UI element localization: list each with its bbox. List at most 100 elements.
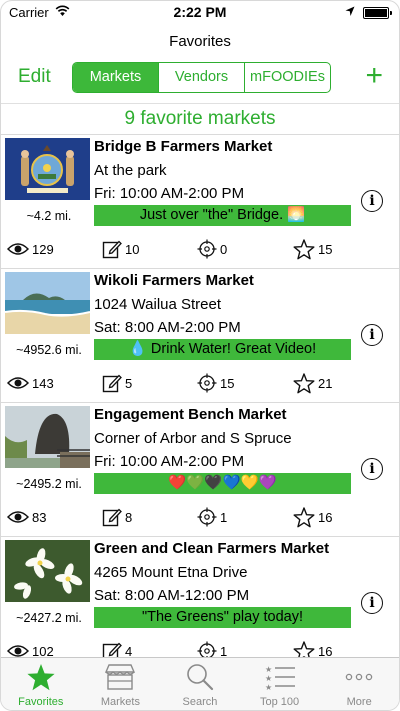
checkins-count: 0 — [220, 241, 228, 257]
app-frame: Carrier 2:22 PM Favorites Edit Markets V… — [0, 0, 400, 711]
magnifier-icon — [160, 662, 240, 692]
svg-text:★: ★ — [265, 665, 272, 674]
edit-button[interactable]: Edit — [18, 66, 51, 88]
stars-stat[interactable]: 15 — [293, 238, 333, 259]
target-icon — [197, 239, 217, 259]
star-icon — [293, 372, 315, 393]
market-hours: Fri: 10:00 AM-2:00 PM — [94, 453, 245, 470]
svg-text:★: ★ — [265, 683, 272, 691]
info-icon[interactable]: i — [361, 190, 383, 212]
svg-text:★: ★ — [265, 674, 272, 683]
eye-icon — [7, 645, 29, 657]
star-icon — [1, 662, 81, 692]
market-note: Just over "the" Bridge. 🌅 — [94, 205, 351, 226]
checkins-count: 1 — [220, 509, 228, 525]
info-icon[interactable]: i — [361, 324, 383, 346]
market-note: "The Greens" play today! — [94, 607, 351, 628]
market-address: 1024 Wailua Street — [94, 296, 222, 313]
tab-label: Search — [182, 696, 218, 708]
market-name: Green and Clean Farmers Market — [94, 540, 330, 557]
stars-count: 16 — [318, 509, 333, 525]
market-list: ~4.2 mi. Bridge B Farmers Market At the … — [1, 134, 399, 670]
stars-stat[interactable]: 21 — [293, 372, 333, 393]
edit-note-icon — [102, 508, 122, 527]
market-row[interactable]: ~2495.2 mi. Engagement Bench Market Corn… — [1, 402, 399, 536]
market-hours: Fri: 10:00 AM-2:00 PM — [94, 185, 245, 202]
tab-bar: Favorites Markets Search ★ ★ ★ Top 100 Mor… — [1, 657, 399, 710]
stars-count: 15 — [318, 241, 333, 257]
battery-icon — [363, 7, 392, 19]
market-thumbnail — [5, 540, 90, 602]
segment-markets[interactable]: Markets — [73, 63, 158, 92]
segment-vendors[interactable]: Vendors — [158, 63, 244, 92]
views-stat: 83 — [7, 507, 46, 527]
tab-search[interactable]: Search — [160, 658, 240, 710]
checkins-stat[interactable]: 15 — [197, 373, 234, 393]
location-arrow-icon — [345, 5, 355, 20]
add-button[interactable]: + — [365, 61, 383, 91]
target-icon — [197, 507, 217, 527]
market-name: Wikoli Farmers Market — [94, 272, 254, 289]
segment-control: Markets Vendors mFOODIEs — [72, 62, 331, 93]
market-hours: Sat: 8:00 AM-2:00 PM — [94, 319, 241, 336]
tab-label: Top 100 — [260, 696, 300, 708]
views-stat: 129 — [7, 239, 54, 259]
edit-note-icon — [102, 240, 122, 259]
tab-markets[interactable]: Markets — [81, 658, 161, 710]
status-bar: Carrier 2:22 PM — [1, 1, 399, 23]
market-note: 💧 Drink Water! Great Video! — [94, 339, 351, 360]
market-stall-icon — [81, 662, 161, 692]
edit-note-icon — [102, 374, 122, 393]
page-title: Favorites — [169, 33, 231, 50]
notes-stat[interactable]: 10 — [102, 239, 139, 259]
favorites-count: 9 favorite markets — [1, 103, 399, 134]
segment-mfoodies[interactable]: mFOODIEs — [244, 63, 330, 92]
views-count: 143 — [32, 375, 54, 391]
tab-label: Markets — [100, 696, 140, 708]
market-hours: Sat: 8:00 AM-12:00 PM — [94, 587, 250, 604]
views-count: 83 — [32, 509, 47, 525]
market-thumbnail — [5, 138, 90, 200]
market-address: At the park — [94, 162, 167, 179]
notes-count: 5 — [125, 375, 133, 391]
market-note: ❤️💚🖤💙💛💜 — [94, 473, 351, 494]
market-row[interactable]: ~4952.6 mi. Wikoli Farmers Market 1024 W… — [1, 268, 399, 402]
distance-label: ~2427.2 mi. — [16, 611, 82, 625]
info-icon[interactable]: i — [361, 458, 383, 480]
star-icon — [293, 238, 315, 259]
notes-count: 8 — [125, 509, 133, 525]
more-dots-icon — [319, 662, 399, 692]
eye-icon — [7, 377, 29, 389]
notes-stat[interactable]: 8 — [102, 507, 132, 527]
eye-icon — [7, 511, 29, 523]
info-icon[interactable]: i — [361, 592, 383, 614]
notes-stat[interactable]: 5 — [102, 373, 132, 393]
star-icon — [293, 506, 315, 527]
stars-stat[interactable]: 16 — [293, 506, 333, 527]
market-address: 4265 Mount Etna Drive — [94, 564, 248, 581]
notes-count: 10 — [125, 241, 140, 257]
ranked-list-icon: ★ ★ ★ — [240, 662, 320, 692]
stars-count: 21 — [318, 375, 333, 391]
tab-label: More — [346, 696, 372, 708]
views-stat: 143 — [7, 373, 54, 393]
distance-label: ~4.2 mi. — [26, 209, 72, 223]
eye-icon — [7, 243, 29, 255]
checkins-stat[interactable]: 0 — [197, 239, 227, 259]
distance-label: ~2495.2 mi. — [16, 477, 82, 491]
tab-label: Favorites — [18, 696, 64, 708]
distance-label: ~4952.6 mi. — [16, 343, 82, 357]
market-row[interactable]: ~4.2 mi. Bridge B Farmers Market At the … — [1, 134, 399, 268]
views-count: 129 — [32, 241, 54, 257]
tab-more[interactable]: More — [319, 658, 399, 710]
tab-favorites[interactable]: Favorites — [1, 658, 81, 710]
market-thumbnail — [5, 406, 90, 468]
tab-top-100[interactable]: ★ ★ ★ Top 100 — [240, 658, 320, 710]
market-row[interactable]: ~2427.2 mi. Green and Clean Farmers Mark… — [1, 536, 399, 670]
checkins-stat[interactable]: 1 — [197, 507, 227, 527]
market-address: Corner of Arbor and S Spruce — [94, 430, 292, 447]
clock: 2:22 PM — [173, 4, 227, 20]
market-thumbnail — [5, 272, 90, 334]
market-name: Bridge B Farmers Market — [94, 138, 273, 155]
checkins-count: 15 — [220, 375, 235, 391]
